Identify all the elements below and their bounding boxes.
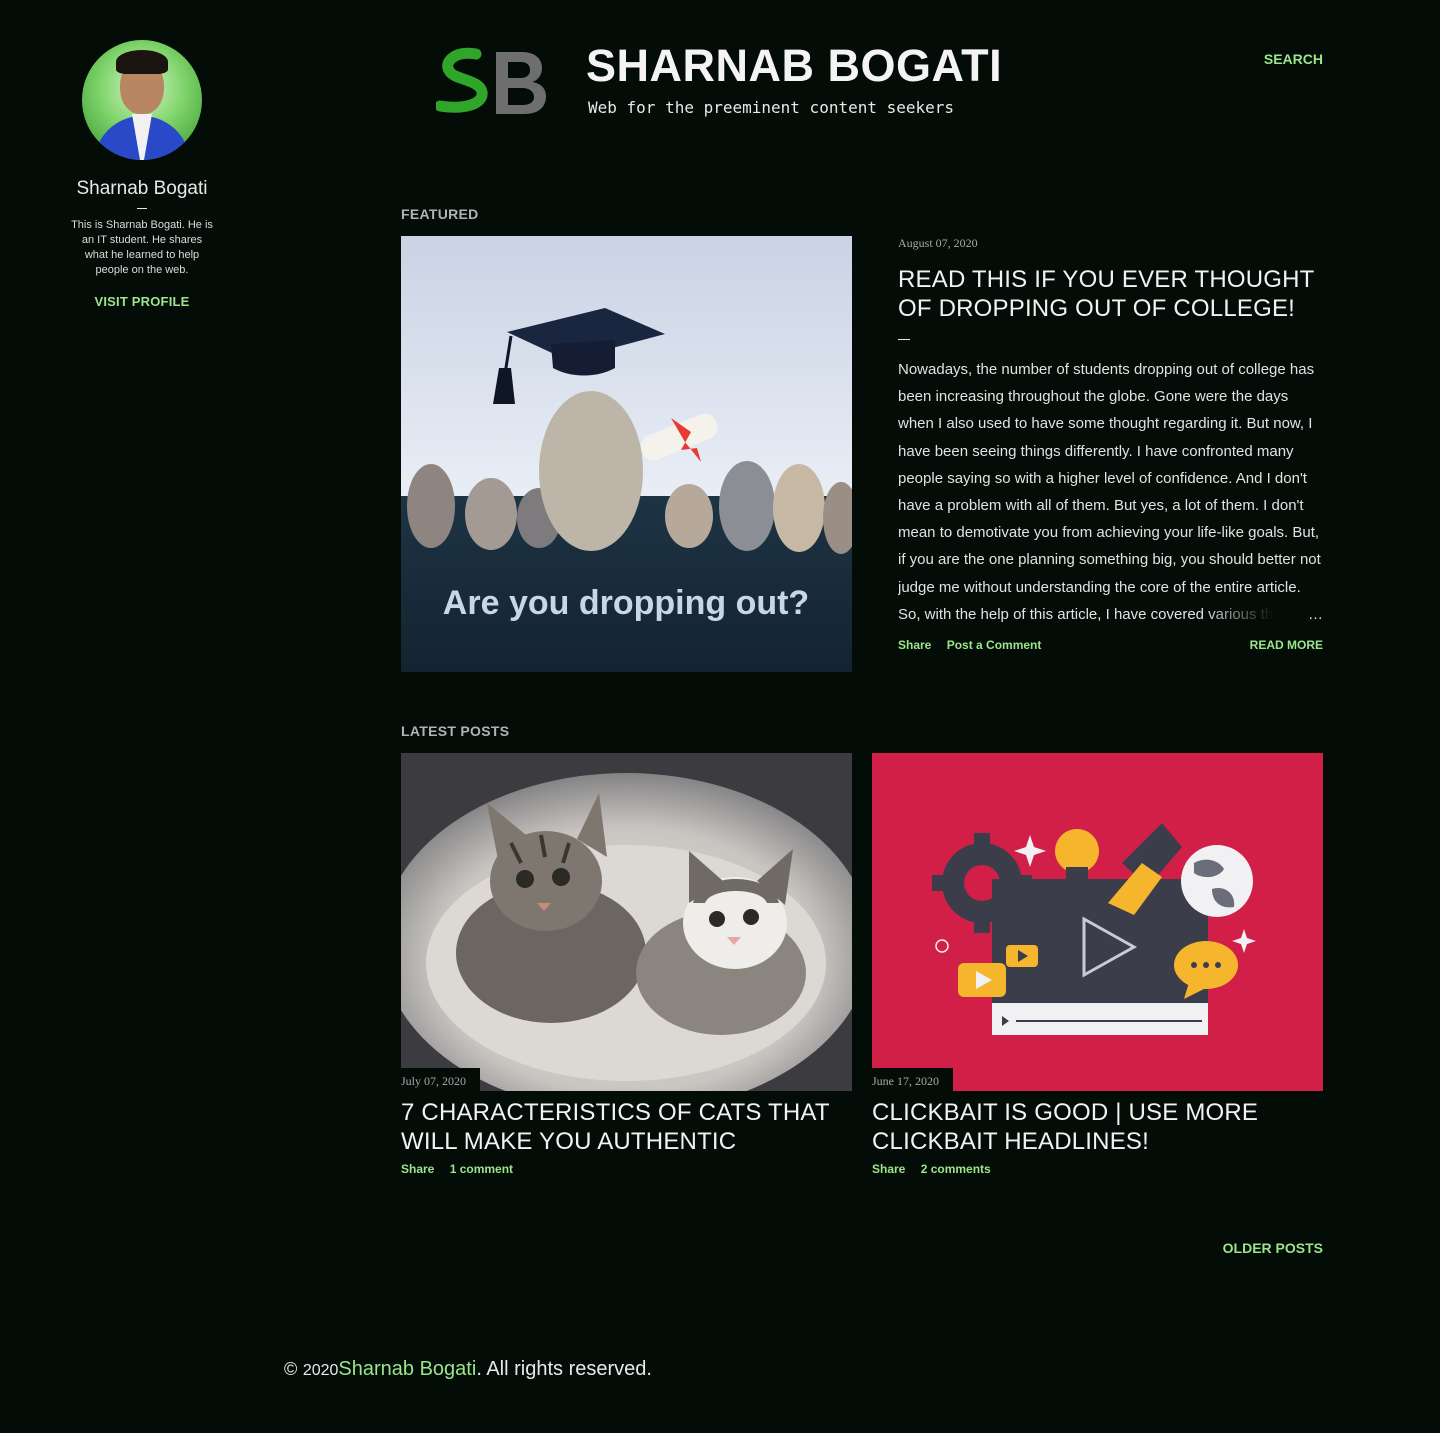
latest-posts-section-label: LATEST POSTS (401, 723, 510, 739)
older-posts-link[interactable]: OLDER POSTS (1223, 1240, 1323, 1256)
profile-widget: Sharnab Bogati This is Sharnab Bogati. H… (62, 40, 222, 311)
post-card: July 07, 2020 7 CHARACTERISTICS OF CATS … (401, 753, 852, 1176)
featured-post-date[interactable]: August 07, 2020 (898, 236, 1323, 251)
featured-snippet-text: Nowadays, the number of students droppin… (898, 361, 1321, 623)
post-card-footer: Share 1 comment (401, 1162, 852, 1176)
featured-image-caption: Are you dropping out? (443, 584, 809, 622)
visit-profile-link[interactable]: VISIT PROFILE (94, 294, 189, 309)
site-title: SHARNAB BOGATI (586, 40, 1003, 91)
footer-copyright: © 2020Sharnab Bogati. All rights reserve… (284, 1358, 652, 1381)
featured-post-image[interactable]: Are you dropping out? (401, 236, 852, 672)
featured-post-footer: Share Post a Comment READ MORE (898, 638, 1323, 654)
graduation-stones-illustration: Are you dropping out? (401, 236, 852, 672)
search-link[interactable]: SEARCH (1264, 51, 1323, 67)
featured-post-title[interactable]: READ THIS IF YOU EVER THOUGHT OF DROPPIN… (898, 265, 1323, 323)
profile-name[interactable]: Sharnab Bogati (62, 178, 222, 200)
profile-divider (137, 208, 147, 209)
featured-post: August 07, 2020 READ THIS IF YOU EVER TH… (898, 236, 1323, 654)
site-logo[interactable]: SHARNAB BOGATI Web for the preeminent co… (436, 40, 1036, 130)
post-card-title[interactable]: 7 CHARACTERISTICS OF CATS THAT WILL MAKE… (401, 1098, 852, 1156)
post-card-date[interactable]: June 17, 2020 (872, 1068, 953, 1091)
featured-section-label: FEATURED (401, 206, 479, 222)
copyright-year: 2020 (302, 1362, 339, 1379)
avatar-hair (116, 50, 168, 74)
profile-bio: This is Sharnab Bogati. He is an IT stud… (71, 219, 213, 276)
footer-rights-text: . All rights reserved. (476, 1358, 652, 1380)
post-card-image[interactable]: June 17, 2020 (872, 753, 1323, 1091)
post-share-button[interactable]: Share (872, 1162, 905, 1176)
clickbait-illustration (872, 753, 1323, 1091)
blog-page: Sharnab Bogati This is Sharnab Bogati. H… (0, 0, 1440, 1433)
read-more-link[interactable]: READ MORE (1250, 638, 1323, 652)
post-card-image[interactable]: July 07, 2020 (401, 753, 852, 1091)
sb-logo-icon (436, 47, 546, 114)
post-card-footer: Share 2 comments (872, 1162, 1323, 1176)
copyright-symbol: © (284, 1359, 298, 1379)
post-share-button[interactable]: Share (401, 1162, 434, 1176)
featured-divider (898, 339, 910, 340)
featured-share-button[interactable]: Share (898, 638, 931, 652)
post-comments-link[interactable]: 1 comment (450, 1162, 513, 1176)
site-tagline: Web for the preeminent content seekers (588, 98, 955, 117)
featured-post-snippet: Nowadays, the number of students droppin… (898, 356, 1323, 628)
featured-comment-link[interactable]: Post a Comment (947, 638, 1042, 652)
snippet-ellipsis[interactable]: … (1308, 601, 1323, 628)
snippet-fade (1203, 601, 1323, 628)
footer-owner-link[interactable]: Sharnab Bogati (338, 1358, 476, 1380)
post-card-date[interactable]: July 07, 2020 (401, 1068, 481, 1091)
post-card-title[interactable]: CLICKBAIT IS GOOD | USE MORE CLICKBAIT H… (872, 1098, 1323, 1156)
post-card: June 17, 2020 CLICKBAIT IS GOOD | USE MO… (872, 753, 1323, 1176)
kittens-photo (401, 753, 852, 1091)
avatar[interactable] (82, 40, 202, 160)
post-comments-link[interactable]: 2 comments (921, 1162, 991, 1176)
